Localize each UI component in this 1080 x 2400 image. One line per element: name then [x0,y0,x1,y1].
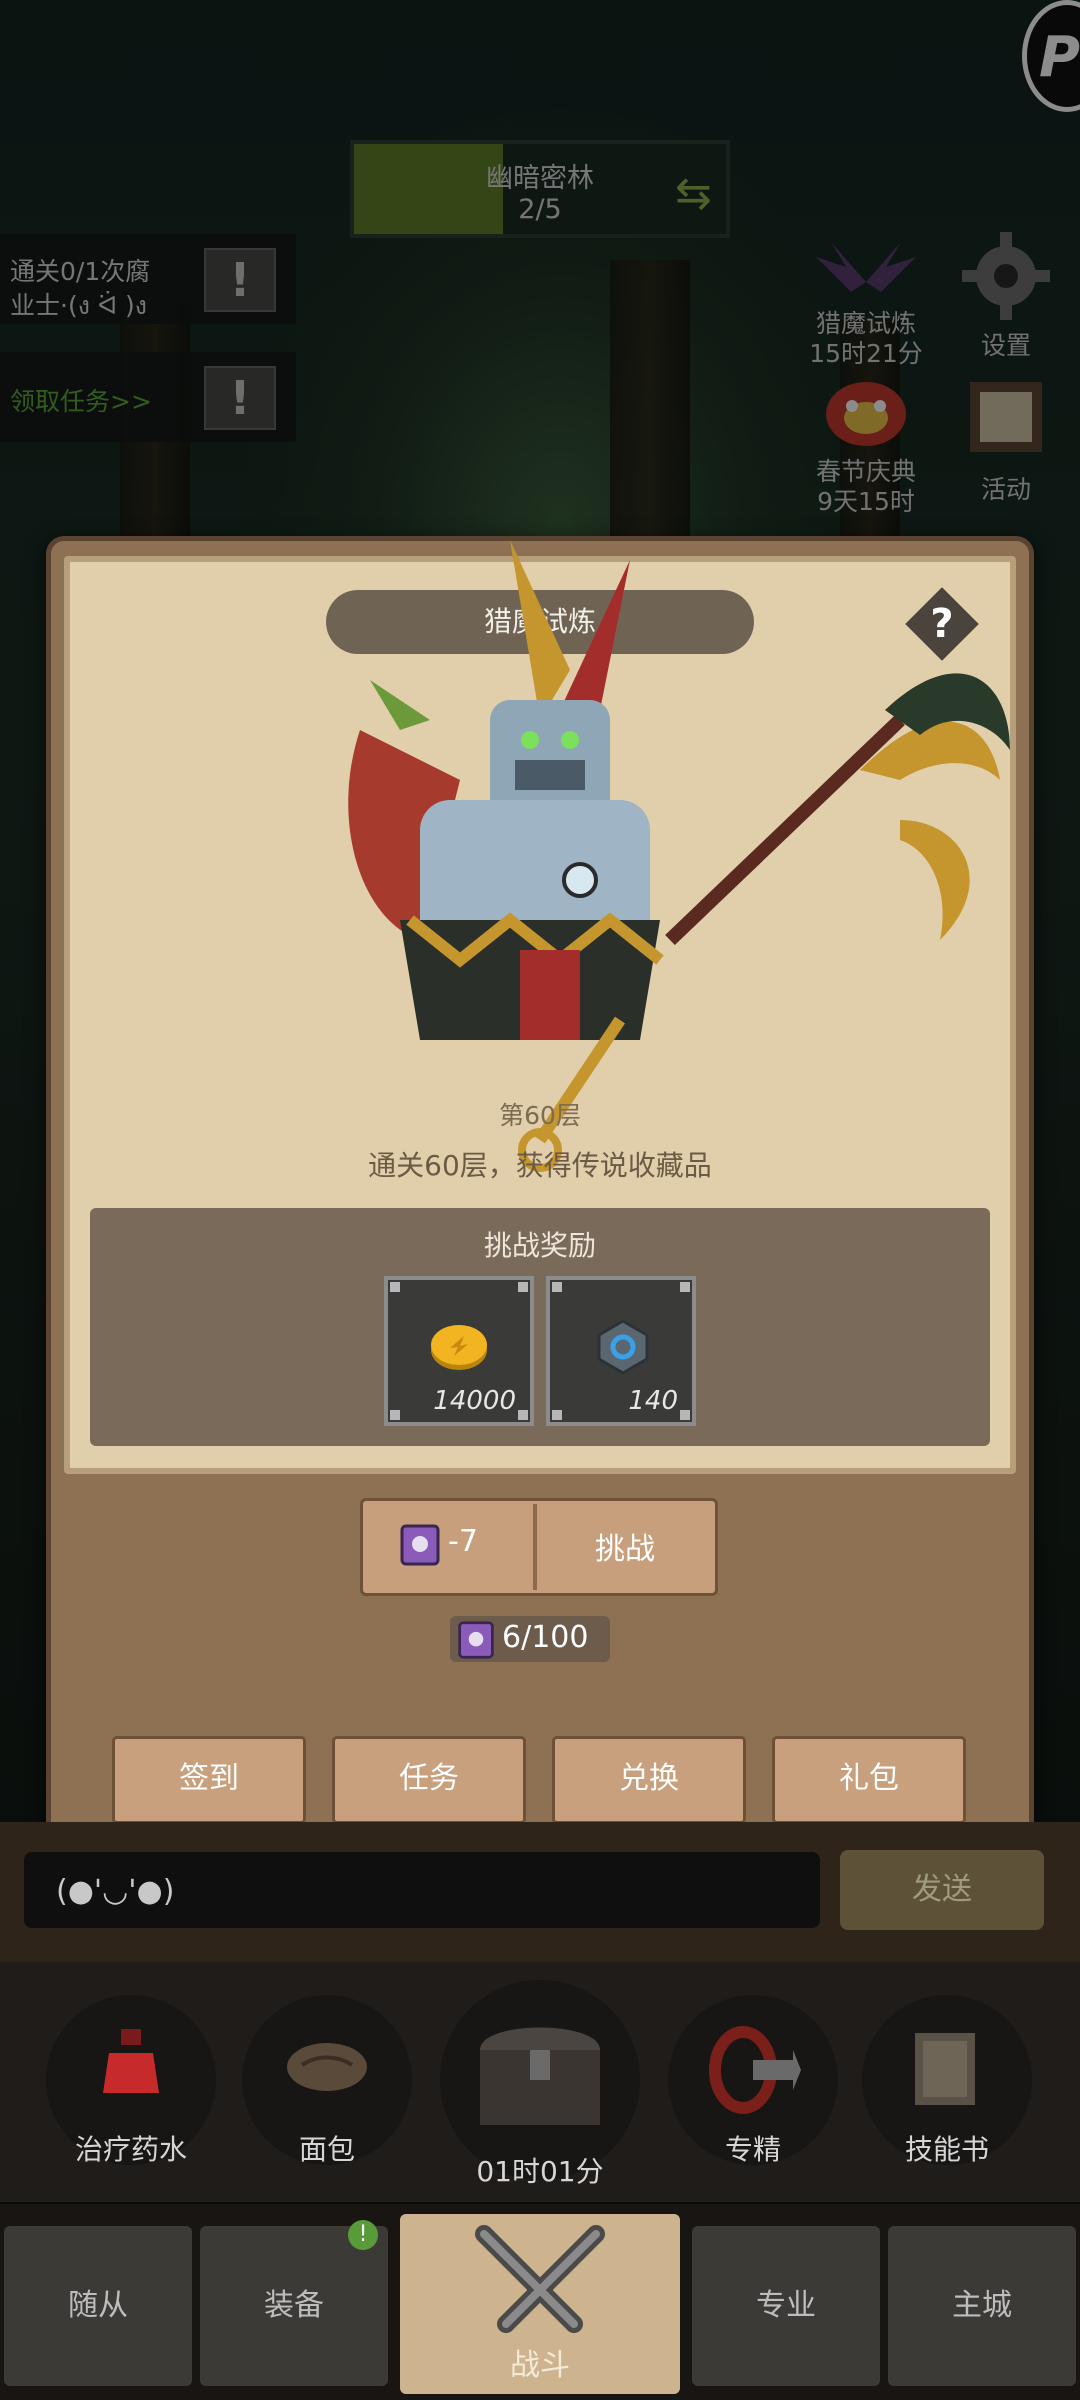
challenge-button-divider [533,1504,537,1590]
chest-timer: 01时01分 [476,2155,604,2188]
item-label: 技能书 [904,2133,989,2166]
skill-book-icon [915,2033,975,2105]
floor-label: 第60层 [499,1101,581,1130]
nav-tab-battle-label: 战斗 [510,2348,570,2383]
crossed-swords-icon [475,2225,605,2333]
tasks-button[interactable]: 任务 [332,1736,526,1824]
nav-tab-profession[interactable]: 专业 [692,2226,880,2386]
demon-knight-boss-illustration [348,540,1010,1172]
trial-description: 通关60层，获得传说收藏品 [368,1149,712,1182]
item-label: 面包 [298,2133,355,2166]
sign-in-button[interactable]: 签到 [112,1736,306,1824]
reward-slot-gem[interactable]: 140 [546,1276,696,1426]
nav-tab-main-city[interactable]: 主城 [888,2226,1076,2386]
nav-tab-equipment[interactable]: 装备 [200,2226,388,2386]
send-button[interactable]: 发送 [840,1850,1044,1930]
red-potion-icon [103,2029,159,2093]
treasure-chest-icon [480,2027,600,2125]
specialization-icon [709,2026,801,2114]
reward-quantity: 140 [628,1386,678,1416]
exchange-button[interactable]: 兑换 [552,1736,746,1824]
ticket-count: 6/100 [502,1620,589,1655]
blue-gem-icon [597,1319,649,1375]
item-label: 专精 [724,2133,781,2166]
chat-message-text: (●'◡'●) [56,1874,175,1909]
reward-slot-gold[interactable]: 14000 [384,1276,534,1426]
gold-coin-icon [431,1325,487,1370]
ticket-scroll-icon [458,1621,494,1659]
bread-icon [287,2043,367,2091]
reward-title: 挑战奖励 [483,1229,596,1262]
reward-quantity: 14000 [433,1386,516,1416]
nav-tab-followers[interactable]: 随从 [4,2226,192,2386]
challenge-label: 挑战 [595,1532,655,1567]
ticket-scroll-icon [400,1524,440,1566]
challenge-cost: -7 [448,1524,478,1559]
item-label: 治疗药水 [74,2133,187,2166]
gift-pack-button[interactable]: 礼包 [772,1736,966,1824]
notification-badge: ! [348,2220,378,2250]
